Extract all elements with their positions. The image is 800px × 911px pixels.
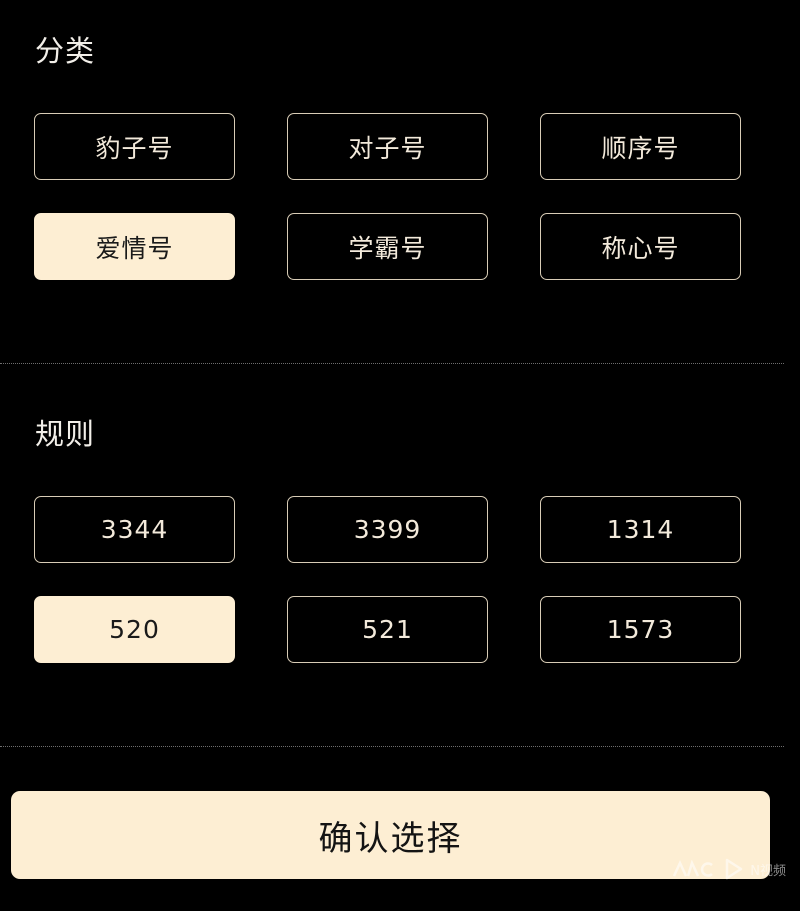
category-chip-aiqing[interactable]: 爱情号 (34, 213, 235, 280)
category-chip-chenxin[interactable]: 称心号 (540, 213, 741, 280)
rule-chip-521[interactable]: 521 (287, 596, 488, 663)
watermark-brand: N视频 (750, 863, 786, 879)
rule-chip-1573[interactable]: 1573 (540, 596, 741, 663)
rules-title: 规则 (35, 417, 96, 451)
video-play-icon (726, 858, 743, 880)
number-selection-panel: 分类 豹子号 对子号 顺序号 爱情号 学霸号 称心号 规则 3344 3399 … (0, 0, 800, 911)
nc-logo-icon (673, 860, 714, 877)
rules-options: 3344 3399 1314 520 521 1573 (34, 496, 742, 663)
rule-chip-520[interactable]: 520 (34, 596, 235, 663)
section-divider-bottom (0, 746, 784, 747)
category-options: 豹子号 对子号 顺序号 爱情号 学霸号 称心号 (34, 113, 742, 280)
watermark: N视频 (672, 858, 786, 880)
rule-chip-3399[interactable]: 3399 (287, 496, 488, 563)
rule-chip-3344[interactable]: 3344 (34, 496, 235, 563)
category-chip-duizi[interactable]: 对子号 (287, 113, 488, 180)
category-title: 分类 (35, 34, 96, 68)
section-divider (0, 363, 784, 364)
rule-chip-1314[interactable]: 1314 (540, 496, 741, 563)
category-chip-xueba[interactable]: 学霸号 (287, 213, 488, 280)
confirm-selection-button[interactable]: 确认选择 (11, 791, 770, 879)
category-chip-shunxu[interactable]: 顺序号 (540, 113, 741, 180)
category-chip-baozi[interactable]: 豹子号 (34, 113, 235, 180)
